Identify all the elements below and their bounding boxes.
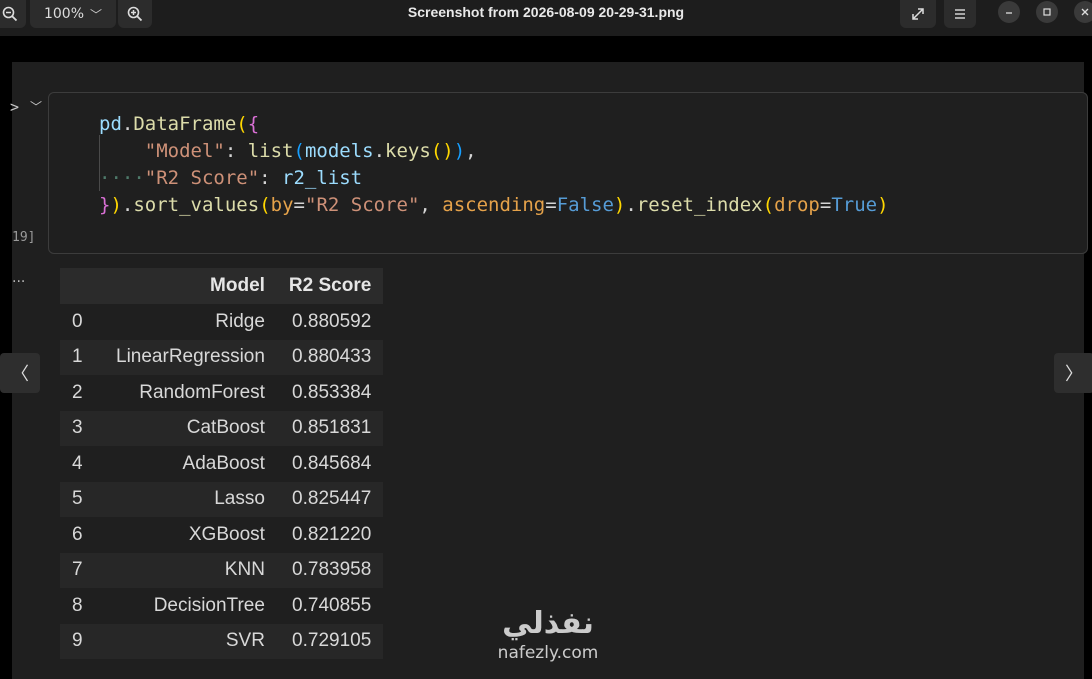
close-icon bbox=[1081, 8, 1089, 16]
watermark-arabic-text: نفذلي bbox=[502, 606, 594, 641]
chevron-down-icon: ﹀ bbox=[90, 7, 103, 22]
watermark-url: nafezly.com bbox=[497, 643, 599, 663]
cell-collapse-arrow[interactable]: > bbox=[10, 98, 19, 116]
menu-button[interactable] bbox=[944, 0, 976, 28]
table-row: 8 DecisionTree 0.740855 bbox=[60, 588, 384, 624]
table-row: 9 SVR 0.729105 bbox=[60, 623, 384, 659]
zoom-in-icon bbox=[127, 6, 143, 22]
maximize-button[interactable] bbox=[1036, 1, 1058, 23]
model-cell: Ridge bbox=[104, 304, 277, 340]
hamburger-menu-icon bbox=[955, 9, 965, 19]
table-row: 5 Lasso 0.825447 bbox=[60, 481, 384, 517]
expand-icon bbox=[912, 8, 924, 20]
zoom-level-dropdown[interactable]: 100% ﹀ bbox=[30, 0, 116, 28]
score-header: R2 Score bbox=[276, 268, 384, 304]
table-row: 2 RandomForest 0.853384 bbox=[60, 375, 384, 411]
row-index: 9 bbox=[60, 623, 104, 659]
model-cell: CatBoost bbox=[104, 410, 277, 446]
model-cell: XGBoost bbox=[104, 517, 277, 553]
row-index: 4 bbox=[60, 446, 104, 482]
score-cell: 0.880592 bbox=[276, 304, 384, 340]
image-canvas: > ﹀ 19] ... pd.DataFrame({ "Model": list… bbox=[0, 36, 1092, 679]
row-index: 8 bbox=[60, 588, 104, 624]
model-cell: RandomForest bbox=[104, 375, 277, 411]
execution-count: 19] bbox=[12, 230, 36, 245]
chevron-left-icon: 〈 bbox=[11, 364, 29, 385]
previous-image-button[interactable]: 〈 bbox=[0, 353, 40, 393]
table-row: 7 KNN 0.783958 bbox=[60, 552, 384, 588]
score-cell: 0.821220 bbox=[276, 517, 384, 553]
zoom-out-button[interactable] bbox=[0, 0, 26, 28]
score-cell: 0.740855 bbox=[276, 588, 384, 624]
code-editor[interactable]: pd.DataFrame({ "Model": list(models.keys… bbox=[99, 111, 889, 219]
row-index: 6 bbox=[60, 517, 104, 553]
code-cell[interactable]: pd.DataFrame({ "Model": list(models.keys… bbox=[48, 92, 1088, 254]
next-image-button[interactable]: 〉 bbox=[1054, 353, 1092, 393]
score-cell: 0.825447 bbox=[276, 481, 384, 517]
model-cell: AdaBoost bbox=[104, 446, 277, 482]
output-marker[interactable]: ... bbox=[12, 270, 25, 286]
dataframe-output-table: Model R2 Score 0 Ridge 0.880592 1 LinearReg… bbox=[60, 268, 384, 659]
table-row: 0 Ridge 0.880592 bbox=[60, 304, 384, 340]
table-row: 1 LinearRegression 0.880433 bbox=[60, 339, 384, 375]
zoom-level-value: 100% bbox=[43, 6, 84, 22]
model-cell: LinearRegression bbox=[104, 339, 277, 375]
chevron-down-icon[interactable]: ﹀ bbox=[30, 98, 42, 115]
watermark-logo: نفذلي nafezly.com bbox=[478, 606, 618, 664]
model-cell: Lasso bbox=[104, 481, 277, 517]
table-row: 4 AdaBoost 0.845684 bbox=[60, 446, 384, 482]
table-header-row: Model R2 Score bbox=[60, 268, 384, 304]
row-index: 7 bbox=[60, 552, 104, 588]
notebook-panel: > ﹀ 19] ... pd.DataFrame({ "Model": list… bbox=[10, 62, 1088, 679]
row-index: 5 bbox=[60, 481, 104, 517]
model-cell: DecisionTree bbox=[104, 588, 277, 624]
close-button[interactable] bbox=[1074, 1, 1092, 23]
minimize-icon bbox=[1006, 12, 1012, 14]
score-cell: 0.880433 bbox=[276, 339, 384, 375]
score-cell: 0.783958 bbox=[276, 552, 384, 588]
row-index: 2 bbox=[60, 375, 104, 411]
maximize-icon bbox=[1043, 8, 1051, 16]
table-row: 3 CatBoost 0.851831 bbox=[60, 410, 384, 446]
minimize-button[interactable] bbox=[998, 1, 1020, 23]
score-cell: 0.853384 bbox=[276, 375, 384, 411]
row-index: 0 bbox=[60, 304, 104, 340]
row-index: 1 bbox=[60, 339, 104, 375]
score-cell: 0.851831 bbox=[276, 410, 384, 446]
index-header bbox=[60, 268, 104, 304]
table-row: 6 XGBoost 0.821220 bbox=[60, 517, 384, 553]
chevron-right-icon: 〉 bbox=[1065, 364, 1083, 385]
model-cell: SVR bbox=[104, 623, 277, 659]
row-index: 3 bbox=[60, 410, 104, 446]
zoom-in-button[interactable] bbox=[118, 0, 152, 28]
viewer-titlebar: 100% ﹀ Screenshot from 2026-08-09 20-29-… bbox=[0, 0, 1092, 36]
score-cell: 0.729105 bbox=[276, 623, 384, 659]
model-header: Model bbox=[104, 268, 277, 304]
score-cell: 0.845684 bbox=[276, 446, 384, 482]
model-cell: KNN bbox=[104, 552, 277, 588]
zoom-out-icon bbox=[2, 6, 18, 22]
fullscreen-button[interactable] bbox=[900, 0, 936, 28]
